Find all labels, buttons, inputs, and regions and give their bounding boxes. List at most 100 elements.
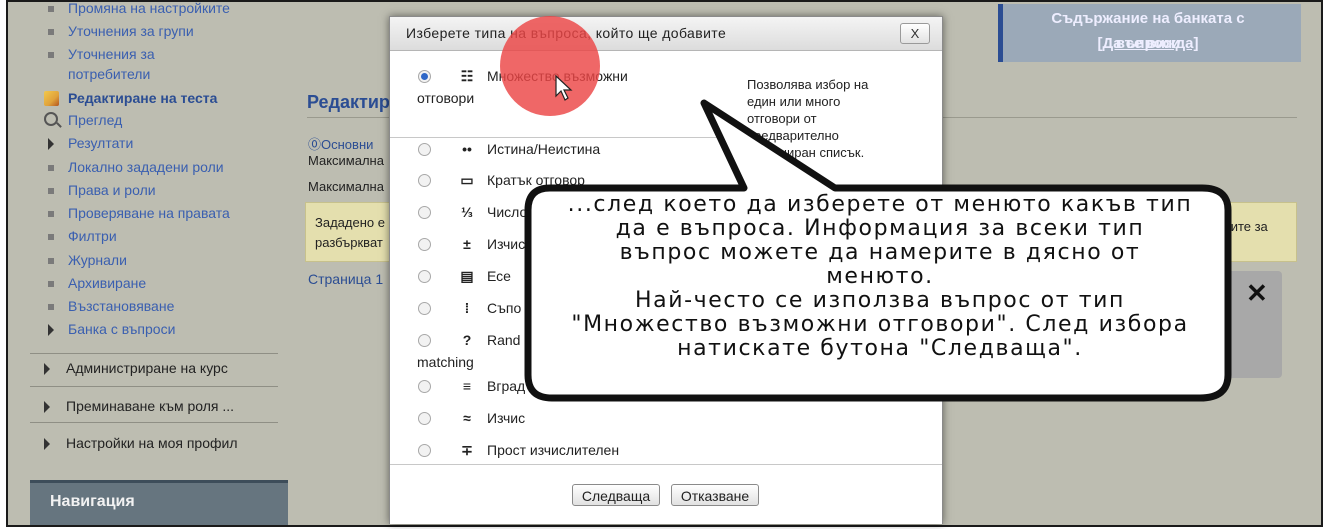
callout-line: въпрос можете да намерите в дясно от [619,240,1141,265]
question-type-icon: ⁞ [464,300,470,316]
question-type-option[interactable]: ∓ Прост изчислителен [390,439,720,463]
cancel-button[interactable]: Отказване [671,484,759,506]
block-label: Администриране на курс [66,360,228,376]
sidebar-item-label: Архивиране [68,275,147,291]
radio-button[interactable] [418,238,431,251]
radio-button[interactable] [418,302,431,315]
page-link[interactable]: Страница 1 [308,271,383,287]
question-bank-box: Съдържание на банката с въпроси [Да се в… [998,4,1301,62]
dialog-header: Изберете типа на въпроса, който ще добав… [390,17,942,51]
description-line: един или много [747,94,841,109]
block-label: Преминаване към роля ... [66,398,235,414]
sidebar: Промяна на настройките Уточнения за групи… [21,2,287,464]
bullet-icon [48,234,54,240]
sidebar-item[interactable]: Банка с въпроси [48,321,176,338]
radio-button[interactable] [418,444,431,457]
description-line: отговори от [747,111,817,126]
radio-button[interactable] [418,206,431,219]
question-type-label-wrap: отговори [417,90,475,106]
dialog-footer: Следваща Отказване [390,464,942,524]
sidebar-item[interactable]: Проверяване на правата [48,205,230,222]
bank-title-2: въпроси [Да се вижда] [1097,35,1199,52]
question-type-option[interactable]: •• Истина/Неистина [390,137,720,162]
sidebar-item-label: Банка с въпроси [68,321,176,337]
sidebar-item-label: Преглед [68,112,123,128]
sidebar-item-label: Възстановяване [68,298,175,314]
sidebar-item-label: Уточнения за [68,46,155,62]
sidebar-item[interactable]: Промяна на настройките [48,2,230,17]
expand-triangle-icon [44,438,50,450]
sidebar-item-label: Уточнения за групи [68,23,194,39]
radio-button[interactable] [418,412,431,425]
sidebar-item[interactable]: Архивиране [48,275,147,292]
sidebar-item-label: Редактиране на теста [68,90,218,106]
sidebar-item[interactable]: Редактиране на теста [44,90,218,107]
question-type-label: Есе [487,268,511,284]
question-type-option[interactable]: ▭ Кратък отговор [390,169,720,193]
max-grade-line-2: Максимална [308,179,384,194]
block-switch-role[interactable]: Преминаване към роля ... [44,398,235,414]
question-type-icon: ≈ [463,410,471,426]
info-link[interactable]: ⓪Основни [308,134,373,153]
bullet-icon [48,304,54,310]
radio-button[interactable] [418,380,431,393]
bullet-icon [48,211,54,217]
question-type-option[interactable]: ≈ Изчис [390,407,720,431]
radio-button[interactable] [418,270,431,283]
sidebar-item[interactable]: потребители [68,66,150,83]
question-type-icon: ☷ [460,68,474,84]
bullet-icon [48,6,54,12]
navigation-block-header[interactable]: Навигация [30,480,288,525]
question-type-icon: ± [463,236,471,252]
sidebar-item[interactable]: Локално зададени роли [48,159,224,176]
question-type-icon: ▤ [460,268,474,284]
sidebar-item[interactable]: Преглед [44,112,123,129]
sidebar-item-label: Журнали [68,252,127,268]
question-type-label: Вград [487,378,526,394]
warning-text: Зададено е [315,215,385,230]
question-type-label-wrap: matching [417,354,474,370]
callout-text: ...след което да изберете от менюто какъ… [527,193,1233,361]
question-type-icon: ⅓ [461,204,473,220]
callout-line: Най-често се използва въпрос от тип [635,288,1125,313]
radio-button[interactable] [418,334,431,347]
sidebar-item[interactable]: Възстановяване [48,298,175,315]
bullet-icon [48,165,54,171]
expand-triangle-icon [48,138,54,150]
warning-text-2: разбъркват [315,235,383,250]
sidebar-item[interactable]: Уточнения за групи [48,23,194,40]
sidebar-item-label: Резултати [68,135,134,151]
bank-title: Съдържание на банката с [1051,10,1245,27]
sidebar-item[interactable]: Филтри [48,228,117,245]
close-icon[interactable]: ✕ [1246,278,1268,309]
radio-button[interactable] [418,70,431,83]
sidebar-item[interactable]: Уточнения за [48,46,155,63]
bullet-icon [48,281,54,287]
block-separator [30,386,278,387]
next-button[interactable]: Следваща [572,484,660,506]
question-type-label: Изчис [487,236,526,252]
question-type-option[interactable]: ≡ Вград [390,375,720,399]
sidebar-item[interactable]: Права и роли [48,182,156,199]
question-type-description: Позволява избор на един или много отговори… [747,76,917,161]
description-line: предварително [747,128,839,143]
question-type-icon: ▭ [460,172,474,188]
expand-triangle-icon [44,401,50,413]
page-title: Редактир [307,92,390,112]
description-line: Позволява избор на [747,77,869,92]
block-separator [30,422,278,423]
callout-line: менюто. [826,264,934,289]
radio-button[interactable] [418,143,431,156]
question-type-label: Изчис [487,410,526,426]
sidebar-item-label: Филтри [68,228,117,244]
callout-line: ...след което да изберете от менюто какъ… [567,192,1193,217]
question-type-label: Истина/Неистина [487,141,601,157]
radio-button[interactable] [418,174,431,187]
block-profile-settings[interactable]: Настройки на моя профил [44,435,238,451]
sidebar-item[interactable]: Резултати [48,135,134,152]
expand-triangle-icon [44,363,50,375]
question-type-label: Rand [487,332,521,348]
dialog-close-button[interactable]: X [900,23,930,44]
sidebar-item[interactable]: Журнали [48,252,127,269]
block-course-admin[interactable]: Администриране на курс [44,360,228,376]
